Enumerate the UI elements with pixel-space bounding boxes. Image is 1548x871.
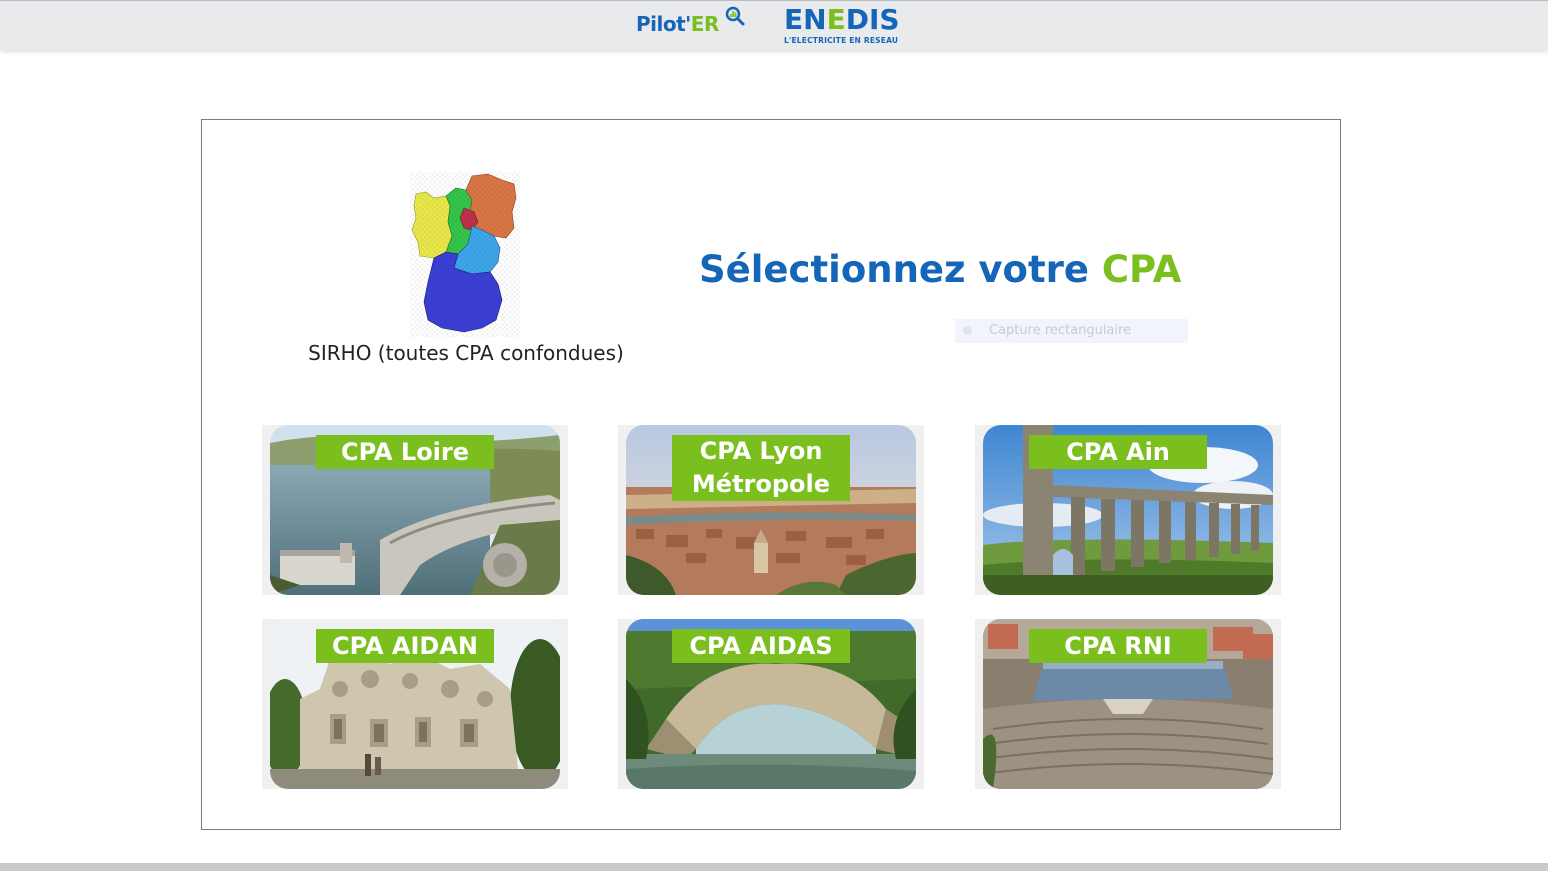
piloter-logo-accent: ER [690, 12, 720, 36]
capture-rectangular-widget[interactable]: Capture rectangulaire [955, 319, 1188, 343]
region-map-sirho[interactable] [410, 172, 520, 337]
capture-label: Capture rectangulaire [989, 323, 1132, 338]
cpa-tile-ain[interactable]: CPA Ain [975, 425, 1281, 595]
piloter-logo-main: Pilot' [636, 12, 691, 36]
enedis-logo-part-b: E [826, 3, 846, 36]
cpa-tile-loire[interactable]: CPA Loire [262, 425, 568, 595]
cpa-tile-aidas[interactable]: CPA AIDAS [618, 619, 924, 789]
cpa-tile-rni[interactable]: CPA RNI [975, 619, 1281, 789]
enedis-logo-part-c: DIS [845, 3, 900, 36]
piloter-logo: Pilot'ER [636, 12, 719, 36]
page-title: Sélectionnez votre CPA [699, 248, 1181, 291]
map-zone-loire [411, 191, 453, 259]
cpa-tile-aidan[interactable]: CPA AIDAN [262, 619, 568, 789]
tile-label: CPA Loire [316, 435, 494, 469]
page-title-main: Sélectionnez votre [699, 248, 1089, 291]
enedis-logo: ENEDIS [784, 5, 900, 35]
tile-label: CPA RNI [1029, 629, 1207, 663]
record-dot-icon [963, 326, 972, 335]
enedis-logo-part-a: EN [784, 3, 827, 36]
sirho-label[interactable]: SIRHO (toutes CPA confondues) [266, 341, 666, 365]
top-header-bar: Pilot'ER ENEDIS L'ELECTRICITE EN RESEAU [0, 0, 1548, 50]
tile-label: CPA AIDAS [672, 629, 850, 663]
enedis-tagline: L'ELECTRICITE EN RESEAU [784, 36, 899, 45]
page-title-accent: CPA [1101, 248, 1182, 291]
bottom-bar [0, 863, 1548, 871]
tile-label: CPA AIDAN [316, 629, 494, 663]
tile-label: CPA Ain [1029, 435, 1207, 469]
tile-label: CPA Lyon Métropole [672, 435, 850, 501]
cpa-tile-lyon-metropole[interactable]: CPA Lyon Métropole [618, 425, 924, 595]
magnifier-logo-icon [725, 6, 745, 26]
